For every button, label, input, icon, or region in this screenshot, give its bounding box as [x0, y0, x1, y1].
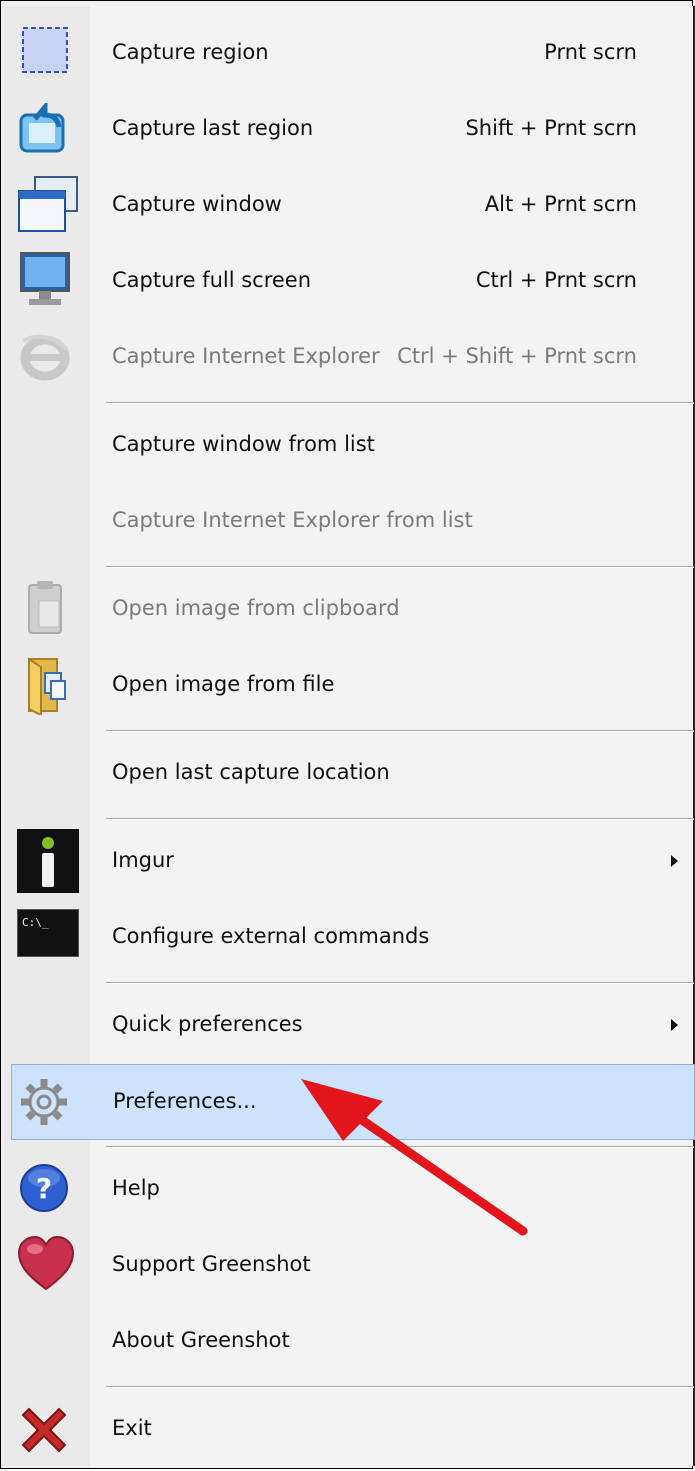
menu-separator: [106, 1386, 694, 1388]
help-icon: ?: [17, 1161, 71, 1215]
command-prompt-text: C:\_: [22, 916, 49, 929]
menu-item-open-image-from-clipboard[interactable]: Open image from clipboard: [11, 571, 694, 647]
menu-item-label: Exit: [112, 1416, 152, 1440]
capture-last-region-icon: [17, 100, 71, 157]
menu-separator: [106, 566, 694, 568]
imgur-icon: [17, 829, 79, 893]
heart-icon: [17, 1235, 75, 1291]
menu-item-imgur[interactable]: Imgur: [11, 823, 694, 899]
menu-item-capture-full-screen[interactable]: Capture full screen Ctrl + Prnt scrn: [11, 243, 694, 319]
menu-item-shortcut: Ctrl + Shift + Prnt scrn: [397, 344, 637, 368]
internet-explorer-icon: [17, 331, 71, 385]
menu-item-label: Capture Internet Explorer from list: [112, 508, 473, 532]
menu-item-label: Open last capture location: [112, 760, 390, 784]
folder-icon: [17, 653, 71, 717]
menu-item-label: Capture last region: [112, 116, 314, 140]
gear-icon: [17, 1075, 71, 1129]
context-menu: Capture region Prnt scrn Capture last re…: [0, 0, 695, 1469]
menu-item-capture-region[interactable]: Capture region Prnt scrn: [11, 15, 694, 91]
menu-item-capture-internet-explorer[interactable]: Capture Internet Explorer Ctrl + Shift +…: [11, 319, 694, 395]
menu-item-configure-external-commands[interactable]: C:\_ Configure external commands: [11, 899, 694, 975]
menu-separator: [106, 818, 694, 820]
menu-item-label: Capture window: [112, 192, 282, 216]
close-icon: [17, 1403, 71, 1457]
monitor-icon: [17, 251, 71, 305]
menu-separator: [106, 402, 694, 404]
menu-item-label: Capture Internet Explorer: [112, 344, 380, 368]
menu-item-label: Imgur: [112, 848, 174, 872]
menu-item-label: Quick preferences: [112, 1012, 303, 1036]
menu-separator: [106, 982, 694, 984]
svg-text:?: ?: [36, 1172, 52, 1205]
capture-window-icon: [17, 175, 78, 232]
menu-item-label: Help: [112, 1176, 160, 1200]
menu-item-about-greenshot[interactable]: About Greenshot: [11, 1303, 694, 1379]
menu-item-capture-window[interactable]: Capture window Alt + Prnt scrn: [11, 167, 694, 243]
menu-item-capture-internet-explorer-from-list[interactable]: Capture Internet Explorer from list: [11, 483, 694, 559]
menu-item-label: Configure external commands: [112, 924, 430, 948]
menu-item-label: Support Greenshot: [112, 1252, 311, 1276]
menu-item-capture-window-from-list[interactable]: Capture window from list: [11, 407, 694, 483]
menu-item-capture-last-region[interactable]: Capture last region Shift + Prnt scrn: [11, 91, 694, 167]
menu-item-label: Preferences...: [113, 1089, 257, 1113]
menu-item-label: Capture region: [112, 40, 269, 64]
menu-item-label: Capture window from list: [112, 432, 375, 456]
menu-item-quick-preferences[interactable]: Quick preferences: [11, 987, 694, 1063]
menu-separator: [106, 730, 694, 732]
menu-item-shortcut: Alt + Prnt scrn: [484, 192, 637, 216]
submenu-arrow-icon: [671, 855, 678, 867]
menu-item-shortcut: Prnt scrn: [544, 40, 637, 64]
menu-item-open-image-from-file[interactable]: Open image from file: [11, 647, 694, 723]
clipboard-icon: [17, 579, 71, 634]
menu-item-label: Open image from clipboard: [112, 596, 400, 620]
command-prompt-icon: C:\_: [17, 909, 79, 957]
submenu-arrow-icon: [671, 1019, 678, 1031]
menu-item-shortcut: Ctrl + Prnt scrn: [475, 268, 637, 292]
annotation-arrow: [301, 1079, 528, 1236]
menu-item-label: Open image from file: [112, 672, 335, 696]
menu-item-exit[interactable]: Exit: [11, 1391, 694, 1467]
capture-region-icon: [17, 24, 71, 78]
menu-item-label: About Greenshot: [112, 1328, 290, 1352]
menu-item-shortcut: Shift + Prnt scrn: [465, 116, 637, 140]
menu-item-label: Capture full screen: [112, 268, 312, 292]
menu-item-open-last-capture-location[interactable]: Open last capture location: [11, 735, 694, 811]
